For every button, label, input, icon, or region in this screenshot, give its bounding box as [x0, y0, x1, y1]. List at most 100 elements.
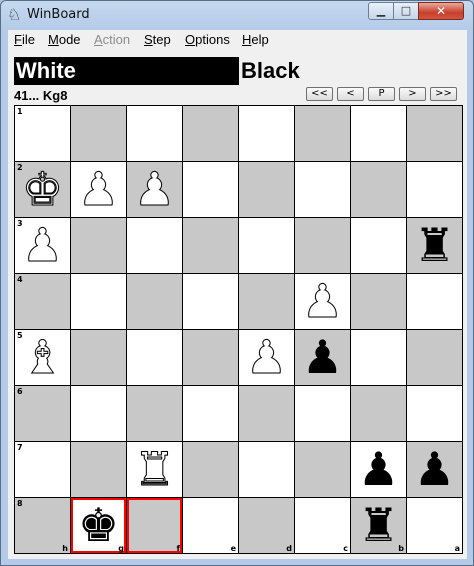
white-pawn-icon[interactable]: ♟	[239, 330, 294, 385]
board-square[interactable]	[295, 162, 350, 217]
white-rook-icon[interactable]: ♜	[127, 442, 182, 497]
menu-help[interactable]: Help	[242, 32, 269, 47]
nav-last-button[interactable]: >>	[430, 87, 457, 101]
board-square[interactable]: g ♚	[71, 498, 126, 553]
file-label: h	[62, 544, 68, 553]
board-square[interactable]	[351, 330, 406, 385]
board-square[interactable]: f	[127, 498, 182, 553]
board-square[interactable]	[351, 218, 406, 273]
board-square[interactable]	[239, 218, 294, 273]
board-square[interactable]	[127, 274, 182, 329]
menu-label: tep	[152, 32, 171, 47]
board-square[interactable]: ♜	[407, 218, 462, 273]
board-square[interactable]	[295, 386, 350, 441]
white-pawn-icon[interactable]: ♟	[127, 162, 182, 217]
board-square[interactable]	[407, 162, 462, 217]
board-square[interactable]: 3 ♟	[15, 218, 70, 273]
board-square[interactable]	[183, 218, 238, 273]
black-pawn-icon[interactable]: ♟	[351, 442, 406, 497]
nav-back-button[interactable]: <	[337, 87, 364, 101]
board-square[interactable]: 1	[15, 106, 70, 161]
board-square[interactable]: 4	[15, 274, 70, 329]
white-bishop-icon[interactable]: ♝	[15, 330, 70, 385]
board-square[interactable]	[239, 106, 294, 161]
board-square[interactable]	[407, 106, 462, 161]
menu-label: ptions	[195, 32, 230, 47]
board-square[interactable]	[183, 106, 238, 161]
board-square[interactable]	[127, 386, 182, 441]
board-square[interactable]: c	[295, 498, 350, 553]
board-square[interactable]	[351, 162, 406, 217]
black-pawn-icon[interactable]: ♟	[407, 442, 462, 497]
board-square[interactable]	[71, 274, 126, 329]
board-square[interactable]: ♟	[295, 330, 350, 385]
board-square[interactable]: 6	[15, 386, 70, 441]
black-rook-icon[interactable]: ♜	[351, 498, 406, 553]
board-square[interactable]: a	[407, 498, 462, 553]
board-square[interactable]	[351, 274, 406, 329]
board-square[interactable]	[183, 162, 238, 217]
menu-mode[interactable]: Mode	[48, 32, 81, 47]
board-square[interactable]: b ♜	[351, 498, 406, 553]
last-move-text: 41... Kg8	[14, 88, 68, 103]
board-square[interactable]	[351, 386, 406, 441]
menu-file[interactable]: File	[14, 32, 35, 47]
board-square[interactable]	[183, 442, 238, 497]
board-square[interactable]	[407, 274, 462, 329]
board-square[interactable]	[239, 274, 294, 329]
board-square[interactable]: ♟	[295, 274, 350, 329]
board-square[interactable]	[71, 330, 126, 385]
board-square[interactable]	[71, 218, 126, 273]
board-square[interactable]: ♜	[127, 442, 182, 497]
board-square[interactable]: ♟	[407, 442, 462, 497]
board-square[interactable]	[407, 330, 462, 385]
board-square[interactable]	[127, 218, 182, 273]
board-square[interactable]	[183, 330, 238, 385]
white-pawn-icon[interactable]: ♟	[295, 274, 350, 329]
board-square[interactable]	[127, 106, 182, 161]
board-square[interactable]: 5 ♝	[15, 330, 70, 385]
white-pawn-icon[interactable]: ♟	[71, 162, 126, 217]
black-king-icon[interactable]: ♚	[71, 498, 126, 553]
menu-action[interactable]: Action	[94, 32, 130, 47]
board-square[interactable]: d	[239, 498, 294, 553]
nav-pause-button[interactable]: P	[368, 87, 395, 101]
board-square[interactable]: e	[183, 498, 238, 553]
file-label: d	[286, 544, 292, 553]
black-rook-icon[interactable]: ♜	[407, 218, 462, 273]
board-square[interactable]: ♟	[351, 442, 406, 497]
board-square[interactable]: ♟	[127, 162, 182, 217]
board-square[interactable]	[351, 106, 406, 161]
board-square[interactable]	[71, 106, 126, 161]
minimize-button[interactable]: ▁	[368, 2, 394, 20]
white-pawn-icon[interactable]: ♟	[15, 218, 70, 273]
board-square[interactable]	[239, 162, 294, 217]
board-square[interactable]: 8h	[15, 498, 70, 553]
board-square[interactable]: ♟	[239, 330, 294, 385]
board-square[interactable]: ♟	[71, 162, 126, 217]
board-square[interactable]	[71, 442, 126, 497]
close-button[interactable]: ✕	[418, 2, 464, 20]
board-square[interactable]	[183, 274, 238, 329]
winboard-window: ♘ WinBoard ▁ □ ✕ File Mode Action Step Optio…	[0, 0, 474, 566]
board-square[interactable]	[71, 386, 126, 441]
black-pawn-icon[interactable]: ♟	[295, 330, 350, 385]
board-square[interactable]	[407, 386, 462, 441]
board-square[interactable]	[295, 106, 350, 161]
board-square[interactable]	[239, 442, 294, 497]
white-king-icon[interactable]: ♚	[15, 162, 70, 217]
board-square[interactable]	[127, 330, 182, 385]
board-square[interactable]: 2 ♚	[15, 162, 70, 217]
board-square[interactable]: 7	[15, 442, 70, 497]
board-square[interactable]	[239, 386, 294, 441]
menu-step[interactable]: Step	[144, 32, 171, 47]
menu-options[interactable]: Options	[185, 32, 230, 47]
board-square[interactable]	[295, 442, 350, 497]
chess-board[interactable]: 1 2 ♚ ♟ ♟ 3 ♟ ♜ 4 ♟ 5 ♝ ♟ ♟ 6 7 ♜ ♟ ♟ 8 h g ♚ f e d c b ♜ a	[14, 105, 463, 554]
title-bar[interactable]: ♘ WinBoard ▁ □ ✕	[1, 1, 473, 30]
board-square[interactable]	[183, 386, 238, 441]
board-square[interactable]	[295, 218, 350, 273]
nav-forward-button[interactable]: >	[399, 87, 426, 101]
nav-first-button[interactable]: <<	[306, 87, 333, 101]
maximize-button[interactable]: □	[393, 2, 419, 20]
